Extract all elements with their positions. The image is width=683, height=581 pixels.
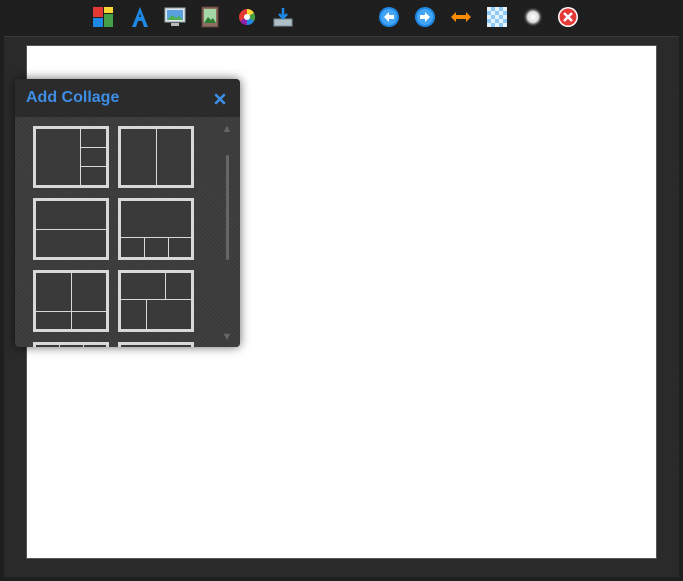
collage-layout-tile[interactable] bbox=[33, 198, 109, 260]
background-icon[interactable] bbox=[163, 5, 187, 29]
collage-layout-tile[interactable] bbox=[118, 126, 194, 188]
transparency-icon[interactable] bbox=[485, 5, 509, 29]
save-icon[interactable] bbox=[271, 5, 295, 29]
panel-title: Add Collage bbox=[26, 89, 120, 106]
collage-layout-tile[interactable] bbox=[33, 270, 109, 332]
collage-layouts-list: ▲ ▼ bbox=[15, 117, 240, 347]
panel-close-icon[interactable] bbox=[214, 93, 226, 105]
redo-icon[interactable] bbox=[413, 5, 437, 29]
undo-icon[interactable] bbox=[377, 5, 401, 29]
collage-layout-tile[interactable] bbox=[118, 270, 194, 332]
color-wheel-icon[interactable] bbox=[235, 5, 259, 29]
shadow-icon[interactable] bbox=[521, 5, 545, 29]
app-frame: Add Collage ▲ ▼ bbox=[0, 0, 683, 581]
flip-icon[interactable] bbox=[449, 5, 473, 29]
text-icon[interactable] bbox=[128, 5, 152, 29]
scroll-up-arrow-icon[interactable]: ▲ bbox=[221, 123, 233, 135]
collage-layout-tile[interactable] bbox=[33, 126, 109, 188]
scroll-down-arrow-icon[interactable]: ▼ bbox=[221, 331, 233, 343]
image-icon[interactable] bbox=[198, 5, 222, 29]
collage-icon[interactable] bbox=[91, 5, 115, 29]
collage-layout-tile[interactable] bbox=[118, 198, 194, 260]
close-icon[interactable] bbox=[556, 5, 580, 29]
collage-layout-tile[interactable] bbox=[33, 342, 109, 347]
panel-header: Add Collage bbox=[15, 79, 240, 117]
toolbar bbox=[0, 0, 683, 34]
scrollbar-thumb[interactable] bbox=[226, 155, 229, 260]
collage-layout-tile[interactable] bbox=[118, 342, 194, 347]
add-collage-panel: Add Collage ▲ ▼ bbox=[15, 79, 240, 347]
